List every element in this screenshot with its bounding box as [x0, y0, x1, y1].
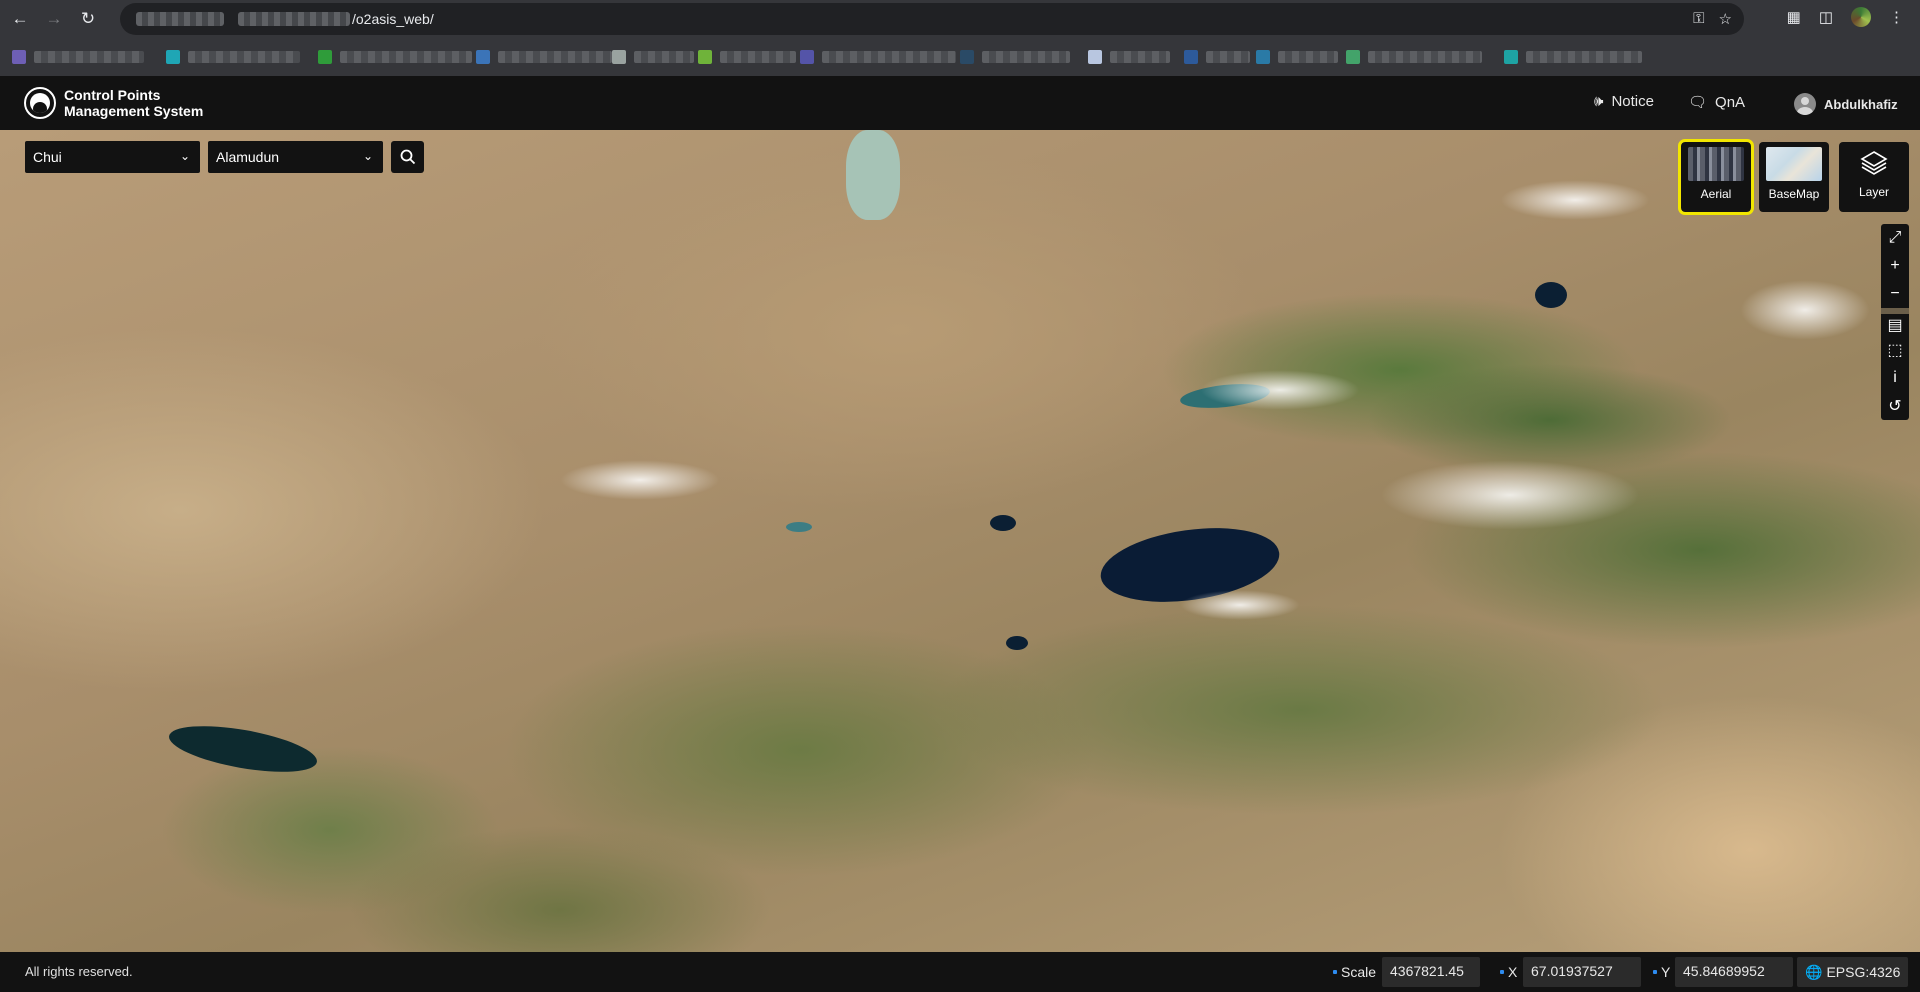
aerial-map-button[interactable]: Aerial: [1678, 139, 1754, 215]
scale-value: 4367821.45: [1382, 957, 1480, 987]
status-bar: All rights reserved. Scale 4367821.45 X …: [0, 952, 1920, 992]
bookmark-item[interactable]: [1504, 49, 1642, 65]
bookmark-item[interactable]: [1346, 49, 1482, 65]
y-label: Y: [1653, 964, 1670, 980]
measure-distance-icon[interactable]: ▤: [1881, 308, 1909, 336]
extensions-icon[interactable]: ▦: [1787, 8, 1801, 26]
bookmark-item[interactable]: [1184, 49, 1250, 65]
bookmark-item[interactable]: [1256, 49, 1338, 65]
x-coordinate-value: 67.01937527: [1523, 957, 1641, 987]
forward-icon[interactable]: →: [40, 5, 68, 33]
lake: [1006, 636, 1028, 650]
fullscreen-icon[interactable]: ⤢: [1881, 224, 1909, 252]
app-logo[interactable]: [24, 87, 56, 119]
notice-button[interactable]: 🕪 Notice: [1594, 93, 1654, 110]
map-canvas[interactable]: Chui ⌄ Alamudun ⌄ Aerial BaseMap Layer ⤢…: [0, 130, 1920, 952]
layers-icon: [1860, 151, 1888, 175]
bookmark-item[interactable]: [12, 49, 144, 65]
url-text: /o2asis_web/: [352, 11, 434, 27]
snow-peaks: [1740, 280, 1870, 340]
side-panel-icon[interactable]: ◫: [1819, 8, 1833, 26]
app-header: Control Points Management System 🕪 Notic…: [0, 76, 1920, 130]
password-key-icon[interactable]: ⚿: [1693, 10, 1704, 28]
snow-peaks: [1500, 180, 1650, 220]
app-title: Control Points Management System: [64, 87, 204, 119]
map-tool-strip: ⤢ + − ▤ ⬚ i ↺: [1881, 224, 1909, 420]
x-label: X: [1500, 964, 1517, 980]
user-menu[interactable]: Abdulkhafiz: [1794, 93, 1898, 115]
bookmark-item[interactable]: [318, 49, 472, 65]
copyright-text: All rights reserved.: [25, 964, 133, 979]
browser-menu-icon[interactable]: ⋮: [1889, 8, 1904, 26]
bookmarks-bar: [0, 38, 1920, 76]
bookmark-item[interactable]: [1088, 49, 1170, 65]
user-avatar-icon: [1794, 93, 1816, 115]
basemap-thumbnail: [1766, 147, 1822, 181]
snow-peaks: [1380, 460, 1640, 530]
redacted-url-part: [238, 12, 350, 26]
search-icon: [400, 149, 415, 165]
profile-avatar[interactable]: [1851, 7, 1871, 27]
info-icon[interactable]: i: [1881, 364, 1909, 392]
district-select[interactable]: Alamudun ⌄: [208, 141, 383, 173]
scale-label: Scale: [1333, 964, 1376, 980]
basemap-button[interactable]: BaseMap: [1759, 142, 1829, 212]
bookmark-star-icon[interactable]: ☆: [1719, 10, 1732, 28]
lake: [786, 522, 812, 532]
bookmark-item[interactable]: [698, 49, 796, 65]
reset-icon[interactable]: ↺: [1881, 392, 1909, 420]
lake: [165, 717, 321, 781]
globe-icon: 🌐: [1805, 963, 1823, 980]
zoom-out-icon[interactable]: −: [1881, 280, 1909, 308]
snow-peaks: [1180, 590, 1300, 620]
chevron-down-icon: ⌄: [179, 149, 190, 163]
crs-button[interactable]: 🌐 EPSG:4326: [1797, 957, 1908, 987]
browser-toolbar: ← → ↻ /o2asis_web/ ⚿ ☆ ▦ ◫ ⋮: [0, 0, 1920, 38]
redacted-url-part: [136, 12, 224, 26]
reload-icon[interactable]: ↻: [74, 5, 102, 33]
bookmark-item[interactable]: [166, 49, 300, 65]
lake: [990, 515, 1016, 531]
bookmark-item[interactable]: [800, 49, 956, 65]
address-bar[interactable]: /o2asis_web/ ⚿ ☆: [120, 3, 1744, 35]
qna-button[interactable]: 🗨 QnA: [1688, 93, 1745, 112]
layer-button[interactable]: Layer: [1839, 142, 1909, 212]
lake: [1535, 282, 1567, 308]
y-coordinate-value: 45.84689952: [1675, 957, 1793, 987]
bookmark-item[interactable]: [476, 49, 612, 65]
lake-balkhash: [846, 130, 900, 220]
search-button[interactable]: [391, 141, 424, 173]
bookmark-item[interactable]: [960, 49, 1070, 65]
bookmark-item[interactable]: [612, 49, 694, 65]
snow-peaks: [1200, 370, 1360, 410]
zoom-in-icon[interactable]: +: [1881, 252, 1909, 280]
measure-area-icon[interactable]: ⬚: [1881, 336, 1909, 364]
aerial-thumbnail: [1688, 147, 1744, 181]
megaphone-icon: 🕪: [1594, 93, 1604, 110]
region-select[interactable]: Chui ⌄: [25, 141, 200, 173]
chevron-down-icon: ⌄: [362, 149, 373, 163]
snow-peaks: [560, 460, 720, 500]
back-icon[interactable]: ←: [6, 5, 34, 33]
chat-bubble-icon: 🗨: [1688, 94, 1708, 111]
